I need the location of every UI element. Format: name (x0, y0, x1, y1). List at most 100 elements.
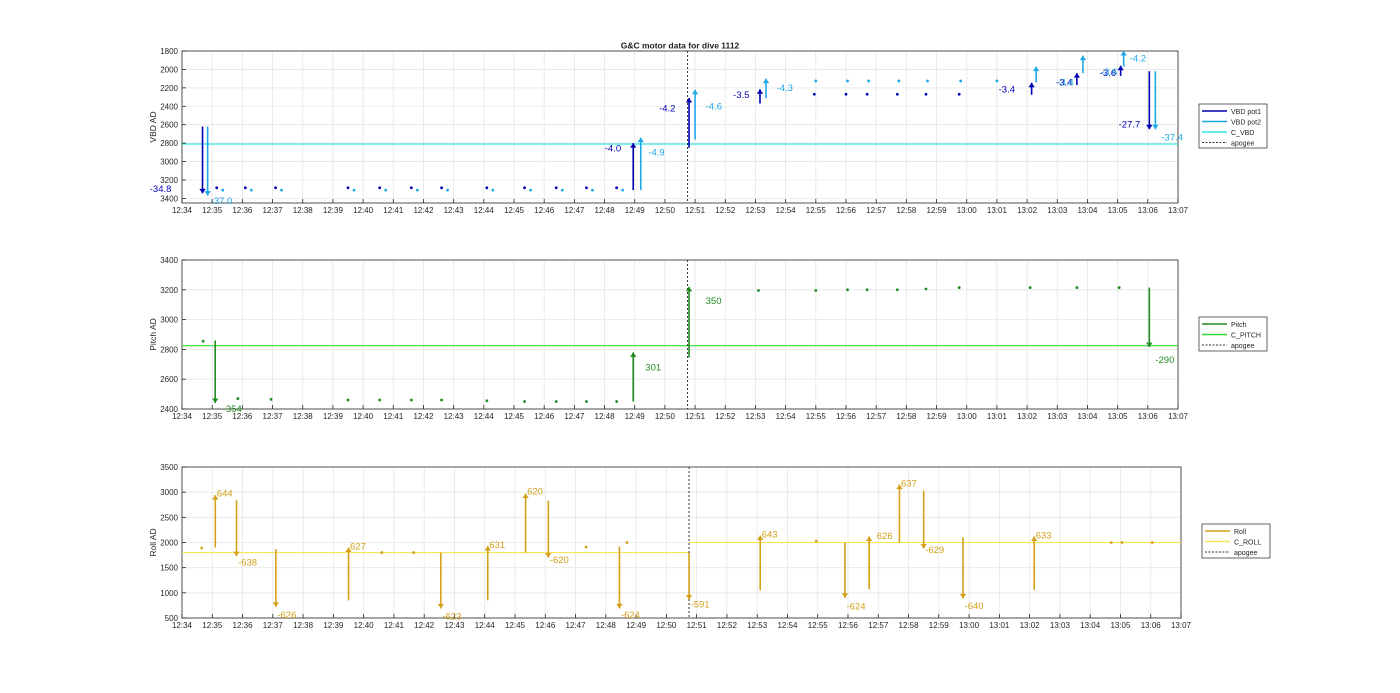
data-point (523, 400, 526, 403)
x-tick-label: 12:50 (655, 206, 676, 215)
x-tick-label: 12:40 (354, 621, 375, 630)
x-tick-label: 12:51 (687, 621, 708, 630)
data-point (865, 288, 869, 292)
y-tick-label: 2800 (160, 139, 178, 148)
data-point (440, 186, 443, 190)
y-tick-label: 3400 (160, 194, 178, 203)
data-point (1109, 541, 1113, 544)
x-tick-label: 12:38 (293, 412, 314, 421)
data-point (621, 188, 625, 192)
legend-entry: VBD pot2 (1231, 119, 1261, 126)
x-tick-label: 13:05 (1108, 206, 1129, 215)
move-arrow-head (685, 286, 693, 292)
pot1-arrow-head (1073, 73, 1081, 78)
data-point (236, 397, 240, 400)
data-point (380, 551, 384, 554)
legend-entry: apogee (1231, 343, 1254, 350)
pot2-arrow-head (762, 78, 770, 84)
x-tick-label: 13:02 (1020, 621, 1041, 630)
pot2-arrow-label: -3.4 (1057, 77, 1073, 88)
y-tick-label: 3000 (160, 158, 178, 167)
x-tick-label: 12:56 (838, 621, 859, 630)
x-tick-label: 12:55 (808, 621, 829, 630)
move-arrow-label: -626 (277, 610, 296, 621)
pot2-arrow-label: -37.0 (211, 196, 233, 207)
pot2-arrow-head (1032, 66, 1040, 72)
move-arrow-label: -629 (925, 545, 944, 556)
x-tick-label: 13:01 (987, 206, 1008, 215)
x-tick-label: 12:57 (866, 412, 887, 421)
x-tick-label: 12:42 (413, 412, 434, 421)
x-tick-label: 13:03 (1050, 621, 1071, 630)
data-point (895, 288, 899, 292)
data-point (926, 79, 929, 83)
x-tick-label: 12:57 (866, 206, 887, 215)
x-tick-label: 12:34 (172, 206, 193, 215)
x-tick-label: 12:43 (444, 412, 465, 421)
pot2-arrow-label: -4.9 (648, 147, 664, 158)
x-tick-label: 12:58 (896, 412, 917, 421)
data-point (1028, 286, 1032, 289)
x-tick-label: 12:58 (896, 206, 917, 215)
move-arrow-label: 350 (706, 296, 722, 307)
x-tick-label: 13:05 (1108, 412, 1129, 421)
x-tick-label: 13:00 (957, 412, 978, 421)
move-arrow-label: 637 (901, 479, 917, 490)
x-tick-label: 12:41 (383, 206, 404, 215)
data-point (1150, 541, 1154, 544)
data-point (409, 398, 413, 402)
data-point (812, 92, 816, 96)
move-arrow-label: -290 (1155, 355, 1174, 366)
data-point (384, 188, 388, 192)
x-tick-label: 13:01 (987, 412, 1008, 421)
x-tick-label: 12:37 (263, 206, 284, 215)
pitch-panel: 12:34 12:35 12:36 12:37 12:38 12:39 12:40 12:41… (148, 256, 1268, 421)
legend-entry: Pitch (1231, 322, 1247, 329)
pot2-arrow-label: -4.2 (1130, 53, 1146, 64)
x-tick-label: 12:54 (776, 412, 797, 421)
x-tick-label: 12:40 (353, 412, 374, 421)
x-tick-label: 12:39 (323, 621, 344, 630)
data-point (584, 545, 588, 549)
x-tick-label: 12:54 (776, 206, 797, 215)
move-arrow-head (865, 536, 873, 541)
pot1-arrow-label: -34.8 (150, 184, 172, 195)
y-tick-label: 3500 (160, 463, 178, 472)
x-tick-label: 13:04 (1077, 206, 1098, 215)
move-arrow-label: 620 (527, 487, 543, 498)
data-point (378, 186, 382, 190)
data-point (846, 79, 849, 83)
y-tick-label: 2400 (160, 102, 178, 111)
y-tick-label: 3000 (160, 316, 178, 325)
x-tick-label: 12:59 (929, 621, 950, 630)
data-point (346, 186, 350, 190)
move-arrow-label: -624 (846, 601, 865, 612)
y-tick-label: 2400 (160, 405, 178, 414)
x-tick-label: 13:04 (1080, 621, 1101, 630)
x-tick-label: 12:57 (868, 621, 889, 630)
data-point (1075, 286, 1079, 289)
data-point (814, 79, 818, 83)
move-arrow-head (233, 551, 240, 557)
pot1-arrow-label: -4.0 (605, 144, 621, 155)
data-point (1120, 541, 1124, 544)
legend-entry: Roll (1234, 529, 1247, 536)
x-tick-label: 12:42 (414, 621, 435, 630)
x-tick-label: 12:52 (715, 206, 736, 215)
move-arrow-label: -620 (550, 555, 569, 566)
x-tick-label: 12:44 (474, 206, 495, 215)
x-tick-label: 12:49 (625, 412, 646, 421)
move-arrow-label: 631 (489, 540, 505, 551)
x-tick-label: 12:38 (293, 206, 314, 215)
vbd-panel: 12:34 12:35 12:36 12:37 12:38 12:39 12:40 12:41… (148, 47, 1268, 215)
roll-panel: 12:34 12:35 12:36 12:37 12:38 12:39 12:40 12:41… (148, 463, 1271, 630)
x-tick-label: 12:35 (202, 621, 223, 630)
pot2-arrow-head (1152, 124, 1159, 130)
x-tick-label: 12:46 (534, 206, 555, 215)
x-tick-label: 13:04 (1077, 412, 1098, 421)
x-tick-label: 13:02 (1017, 412, 1038, 421)
x-tick-label: 12:36 (233, 621, 254, 630)
data-point (924, 287, 928, 291)
x-tick-label: 12:45 (505, 621, 526, 630)
x-tick-label: 12:45 (504, 412, 525, 421)
